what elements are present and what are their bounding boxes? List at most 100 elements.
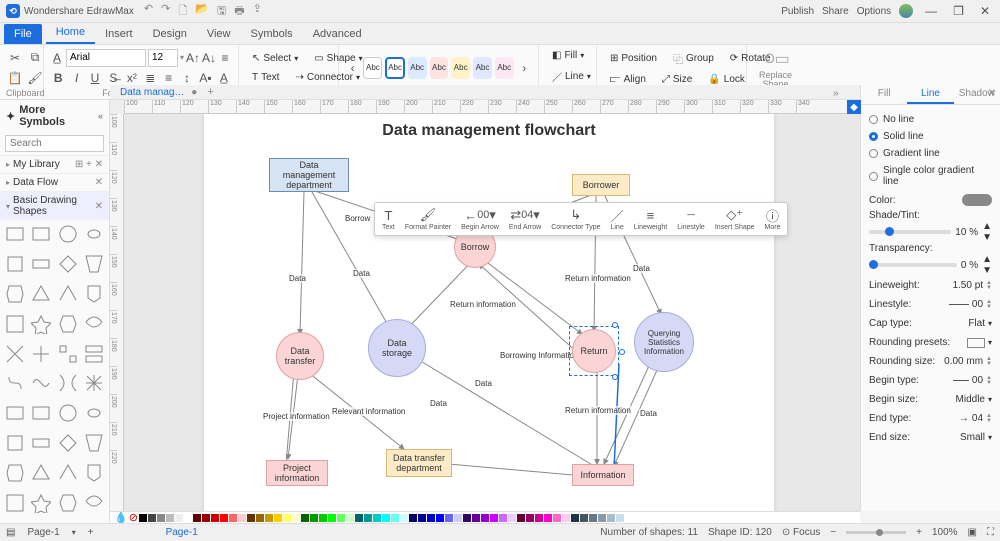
font-shrink-icon[interactable]: A↓ — [202, 49, 216, 67]
status-page-dropdown-icon[interactable]: ▾ — [72, 528, 76, 537]
page[interactable]: Data management flowchart — [204, 114, 774, 511]
fit-page-icon[interactable]: ▣ — [968, 527, 977, 538]
cut-icon[interactable]: ✂ — [6, 49, 24, 67]
color-swatch[interactable] — [148, 514, 156, 522]
font-name-input[interactable] — [66, 49, 146, 67]
begin-size-dropdown-icon[interactable]: ▾ — [988, 395, 992, 404]
color-swatch[interactable] — [553, 514, 561, 522]
line-spacing-icon[interactable]: ↕ — [179, 69, 195, 87]
options-button[interactable]: Options — [857, 6, 891, 17]
color-swatch[interactable] — [166, 514, 174, 522]
rp-tab-fill[interactable]: Fill — [861, 85, 907, 104]
copy-icon[interactable]: ⧉ — [26, 49, 44, 67]
group-button[interactable]: ⿻Group — [666, 48, 721, 69]
style-swatch[interactable]: Abc — [430, 57, 449, 79]
line-color-swatch[interactable] — [962, 194, 992, 206]
shape-stencil[interactable] — [30, 224, 52, 244]
color-swatch[interactable] — [310, 514, 318, 522]
color-swatch[interactable] — [526, 514, 534, 522]
color-swatch[interactable] — [292, 514, 300, 522]
zoom-out-icon[interactable]: − — [830, 527, 836, 538]
minimize-icon[interactable]: — — [921, 4, 941, 18]
opt-solid-line[interactable]: Solid line — [869, 128, 992, 145]
color-swatch[interactable] — [589, 514, 597, 522]
position-button[interactable]: ⊞Position — [603, 50, 664, 67]
shape-stencil[interactable] — [83, 314, 105, 334]
shape-stencil[interactable] — [83, 254, 105, 274]
shape-stencil[interactable] — [4, 373, 26, 393]
shape-stencil[interactable] — [57, 403, 79, 423]
text-tool-button[interactable]: TText — [245, 69, 286, 86]
color-swatch[interactable] — [301, 514, 309, 522]
font-size-dropdown-icon[interactable]: ▾ — [180, 53, 184, 62]
ctx-more-button[interactable]: ⓘMore — [760, 205, 786, 233]
shape-stencil[interactable] — [30, 433, 52, 453]
color-swatch[interactable] — [544, 514, 552, 522]
ctx-insert-shape-button[interactable]: ◇⁺Insert Shape — [710, 205, 760, 233]
node-borrower[interactable]: Borrower — [572, 174, 630, 196]
shape-stencil[interactable] — [4, 254, 26, 274]
style-swatch[interactable]: Abc — [473, 57, 492, 79]
eyedropper-icon[interactable]: 💧 — [114, 511, 128, 523]
node-proj-info[interactable]: Project information — [266, 460, 328, 486]
end-type-preview[interactable]: → — [959, 413, 969, 424]
color-swatch[interactable] — [175, 514, 183, 522]
superscript-icon[interactable]: x² — [124, 69, 140, 87]
color-swatch[interactable] — [391, 514, 399, 522]
shape-stencil[interactable] — [83, 463, 105, 483]
shape-stencil[interactable] — [30, 314, 52, 334]
section-my-library[interactable]: ▸My Library⊞ + ✕ — [0, 155, 109, 173]
ctx-linestyle-button[interactable]: ┈Linestyle — [672, 205, 710, 233]
color-swatch[interactable] — [499, 514, 507, 522]
style-swatch[interactable]: Abc — [408, 57, 427, 79]
shape-stencil[interactable] — [4, 493, 26, 513]
selection-handle[interactable] — [612, 322, 618, 328]
export-icon[interactable]: ⇪ — [253, 2, 262, 21]
color-swatch[interactable] — [238, 514, 246, 522]
color-swatch[interactable] — [346, 514, 354, 522]
new-icon[interactable]: 🗋 — [178, 2, 187, 21]
color-swatch[interactable] — [463, 514, 471, 522]
doc-tab-close-icon[interactable]: ● — [191, 87, 197, 98]
shape-stencil[interactable] — [4, 403, 26, 423]
add-page-icon[interactable]: + — [88, 527, 94, 538]
font-grow-icon[interactable]: A↑ — [186, 49, 200, 67]
close-icon[interactable]: ✕ — [976, 4, 994, 18]
shape-stencil[interactable] — [83, 433, 105, 453]
shape-stencil[interactable] — [30, 344, 52, 364]
color-swatch[interactable] — [598, 514, 606, 522]
no-color-icon[interactable]: ⊘ — [129, 511, 138, 523]
ctx-line-button[interactable]: ／Line — [605, 205, 628, 233]
shape-stencil[interactable] — [57, 344, 79, 364]
rounding-size-value[interactable]: 0.00 mm — [944, 356, 983, 367]
node-storage[interactable]: Data storage — [368, 319, 426, 377]
share-button[interactable]: Share — [822, 6, 849, 17]
selection-handle[interactable] — [619, 349, 625, 355]
color-swatch[interactable] — [472, 514, 480, 522]
font-color-icon[interactable]: A̲ — [50, 49, 64, 67]
avatar-icon[interactable] — [899, 4, 913, 18]
shape-stencil[interactable] — [57, 224, 79, 244]
page-tab[interactable]: Page-1 — [166, 527, 198, 538]
doc-tab[interactable]: Data manag… ● — [120, 87, 197, 98]
bullets-icon[interactable]: ≣ — [142, 69, 158, 87]
outline-view-icon[interactable]: ▤ — [6, 527, 15, 538]
shape-stencil[interactable] — [4, 344, 26, 364]
highlight-icon[interactable]: A▪ — [197, 69, 213, 87]
format-painter-icon[interactable]: 🖌 — [26, 69, 44, 87]
shade-slider[interactable] — [869, 230, 951, 234]
panel-close-icon[interactable]: ✕ — [988, 88, 996, 99]
styles-next-icon[interactable]: › — [517, 59, 532, 77]
save-icon[interactable]: 🖫 — [217, 2, 226, 21]
select-tool-button[interactable]: ↖Select▾ — [245, 50, 305, 67]
style-swatch[interactable]: Abc — [451, 57, 470, 79]
opt-no-line[interactable]: No line — [869, 111, 992, 128]
fullscreen-icon[interactable]: ⛶ — [987, 527, 994, 538]
color-swatch[interactable] — [535, 514, 543, 522]
color-swatch[interactable] — [355, 514, 363, 522]
color-swatch[interactable] — [418, 514, 426, 522]
color-swatch[interactable] — [571, 514, 579, 522]
open-icon[interactable]: 📂 — [195, 2, 209, 21]
begin-type-preview[interactable] — [953, 380, 969, 381]
node-information[interactable]: Information — [572, 464, 634, 486]
